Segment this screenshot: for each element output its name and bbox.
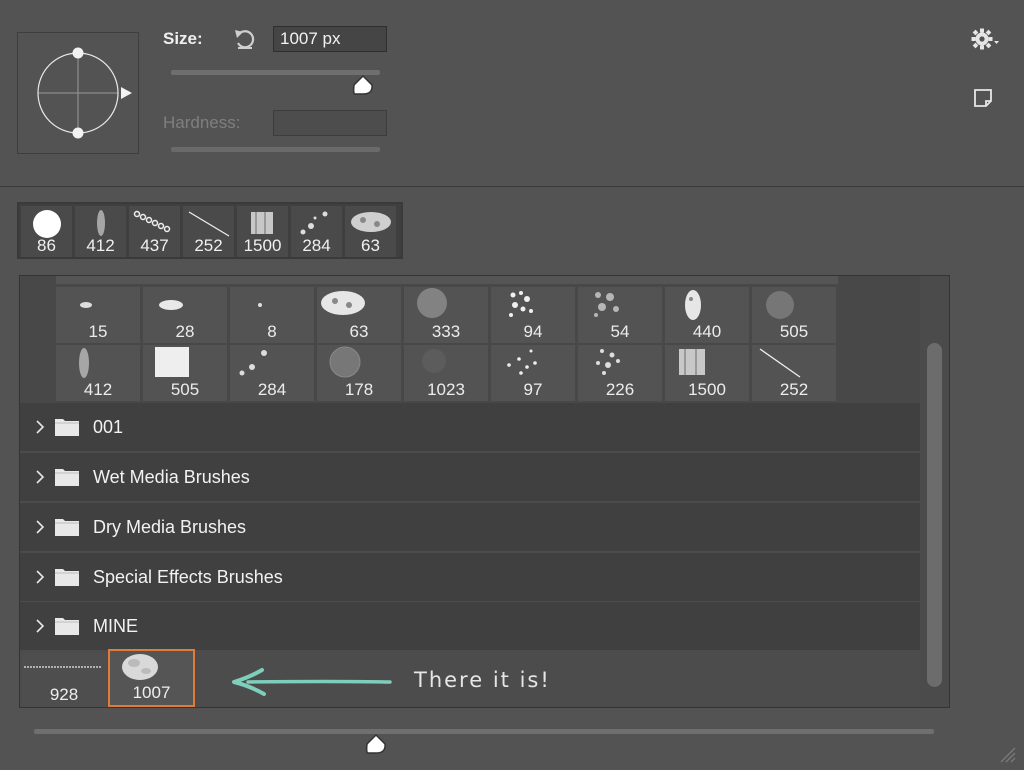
recent-brush[interactable]: 63 <box>345 206 396 257</box>
brush-preset[interactable]: 97 <box>491 345 575 401</box>
size-input[interactable] <box>273 26 387 52</box>
recent-brush[interactable]: 284 <box>291 206 342 257</box>
brush-group-mine[interactable]: MINE <box>20 602 920 651</box>
brush-settings-area: Size: Hardness: <box>0 0 1024 187</box>
resize-grip-icon[interactable] <box>997 744 1017 764</box>
brush-size-label: 437 <box>140 236 169 255</box>
brush-row-partial <box>56 276 838 284</box>
recent-brush[interactable]: 437 <box>129 206 180 257</box>
brush-preset[interactable]: 284 <box>230 345 314 401</box>
folder-icon <box>55 569 79 586</box>
brush-size-label: 440 <box>692 322 722 341</box>
hardness-input[interactable] <box>273 110 387 136</box>
recent-brush[interactable]: 412 <box>75 206 126 257</box>
brush-grid: 15 28 8 63 333 94 54 440 505 412 505 284… <box>20 276 920 403</box>
brush-size-label: 252 <box>779 380 809 399</box>
brush-size-label: 97 <box>523 380 543 399</box>
size-slider-track[interactable] <box>171 70 380 75</box>
hardness-label: Hardness: <box>163 113 241 132</box>
brush-preset[interactable]: 333 <box>404 287 488 343</box>
chevron-right-icon[interactable] <box>34 418 46 436</box>
group-name: Wet Media Brushes <box>93 467 250 487</box>
brush-size-label: 178 <box>344 380 374 399</box>
folder-icon <box>55 519 79 536</box>
hardness-slider-track[interactable] <box>171 147 380 152</box>
brush-size-label: 54 <box>610 322 630 341</box>
group-name: 001 <box>93 417 124 437</box>
brush-size-label: 333 <box>431 322 461 341</box>
brush-size-label: 412 <box>83 380 113 399</box>
brush-preset[interactable]: 54 <box>578 287 662 343</box>
thumbnail-size-slider-track[interactable] <box>34 729 934 734</box>
size-label: Size: <box>163 29 203 48</box>
brush-preset-selected[interactable]: 1007 <box>108 649 195 707</box>
brush-size-label: 505 <box>779 322 809 341</box>
gear-icon[interactable] <box>970 27 1000 51</box>
brush-size-label: 284 <box>257 380 287 399</box>
brush-preset[interactable]: 226 <box>578 345 662 401</box>
brush-size-label: 284 <box>302 236 331 255</box>
brush-size-label: 8 <box>267 322 277 341</box>
reset-icon[interactable] <box>232 26 258 52</box>
chevron-right-icon[interactable] <box>34 617 46 635</box>
brush-size-label: 1007 <box>132 683 171 702</box>
size-slider-thumb[interactable] <box>351 74 375 96</box>
chevron-right-icon[interactable] <box>34 568 46 586</box>
folder-icon <box>55 469 79 486</box>
brush-size-label: 86 <box>37 236 56 255</box>
recent-brush[interactable]: 1500 <box>237 206 288 257</box>
brush-size-label: 1023 <box>427 380 465 399</box>
brush-size-label: 15 <box>88 322 108 341</box>
brush-size-label: 505 <box>170 380 200 399</box>
chevron-right-icon[interactable] <box>34 518 46 536</box>
brush-preset[interactable]: 8 <box>230 287 314 343</box>
brush-preset[interactable]: 505 <box>752 287 836 343</box>
list-scrollbar[interactable] <box>927 343 942 687</box>
brush-preset[interactable]: 28 <box>143 287 227 343</box>
brush-preset[interactable]: 928 <box>22 653 106 707</box>
brush-size-label: 412 <box>86 236 115 255</box>
brush-presets-list: 15 28 8 63 333 94 54 440 505 412 505 284… <box>19 275 950 708</box>
brush-preset[interactable]: 178 <box>317 345 401 401</box>
brush-size-label: 1500 <box>688 380 726 399</box>
brush-group-001[interactable]: 001 <box>20 403 920 452</box>
chevron-right-icon[interactable] <box>34 468 46 486</box>
folder-icon <box>55 419 79 436</box>
group-name: Special Effects Brushes <box>93 567 283 587</box>
brush-preset[interactable]: 440 <box>665 287 749 343</box>
brush-preset[interactable]: 63 <box>317 287 401 343</box>
brush-size-label: 28 <box>175 322 195 341</box>
brush-preset[interactable]: 412 <box>56 345 140 401</box>
brush-preset[interactable]: 94 <box>491 287 575 343</box>
brush-size-label: 226 <box>605 380 635 399</box>
brush-preset[interactable]: 505 <box>143 345 227 401</box>
new-preset-icon[interactable] <box>972 87 994 109</box>
brush-group-wet-media[interactable]: Wet Media Brushes <box>20 453 920 502</box>
brush-preset[interactable]: 15 <box>56 287 140 343</box>
recent-brush[interactable]: 86 <box>21 206 72 257</box>
brush-size-label: 1500 <box>243 236 282 255</box>
brush-angle-roundness-preview[interactable] <box>17 32 139 154</box>
recent-brush[interactable]: 252 <box>183 206 234 257</box>
group-name: MINE <box>93 616 138 636</box>
annotation-text: There it is! <box>414 668 551 692</box>
brush-size-label: 63 <box>349 322 369 341</box>
brush-preset[interactable]: 252 <box>752 345 836 401</box>
annotation-arrow <box>232 668 392 696</box>
thumbnail-size-slider-thumb[interactable] <box>364 733 388 755</box>
brush-size-label: 63 <box>361 236 380 255</box>
brush-group-special-effects[interactable]: Special Effects Brushes <box>20 553 920 602</box>
brush-group-dry-media[interactable]: Dry Media Brushes <box>20 503 920 552</box>
brush-preset[interactable]: 1500 <box>665 345 749 401</box>
folder-icon <box>55 618 79 635</box>
brush-preset[interactable]: 1023 <box>404 345 488 401</box>
brush-size-label: 928 <box>49 685 79 704</box>
recent-brushes-strip: 86 412 437 252 1500 284 63 <box>17 202 403 259</box>
brush-size-label: 252 <box>194 236 223 255</box>
group-name: Dry Media Brushes <box>93 517 247 537</box>
brush-size-label: 94 <box>523 322 543 341</box>
